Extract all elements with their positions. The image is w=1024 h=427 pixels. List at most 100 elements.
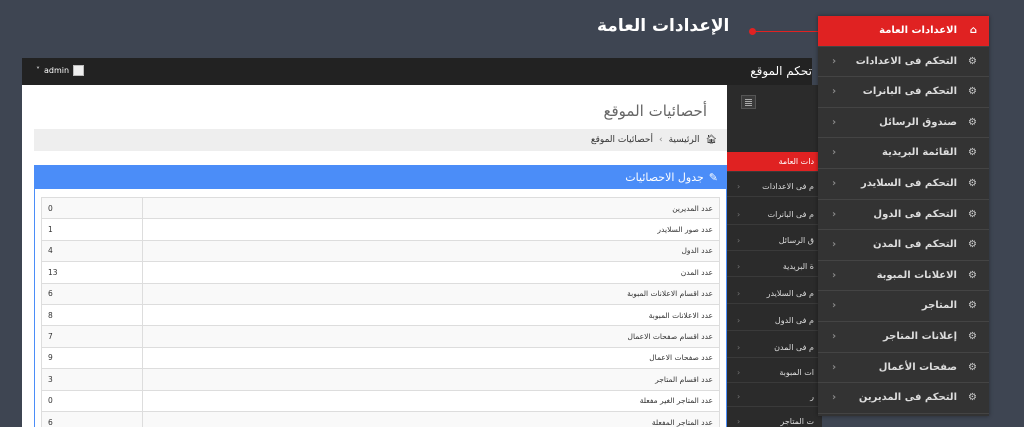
sidebar-item[interactable]: م فى المدن ‹ (727, 338, 822, 358)
page-title: أحصائيات الموقع (603, 102, 708, 120)
menu-item-label: الاعلانات المبوبة (876, 269, 957, 281)
menu-item-label: التحكم فى الدول (873, 208, 957, 220)
home-icon: 🏠︎ (705, 135, 717, 145)
stats-panel-title: جدول الاحصائيات (625, 171, 704, 184)
menu-item[interactable]: ⚙ التحكم فى السلايدر ‹ (818, 169, 989, 200)
chevron-left-icon: ‹ (737, 236, 741, 245)
table-row: 1 عدد صور السلايدر (41, 218, 720, 241)
stat-value: 13 (41, 261, 143, 284)
menu-item[interactable]: ⚙ صندوق الرسائل ‹ (818, 108, 989, 139)
sidebar-item[interactable]: م فى السلايدر ‹ (727, 284, 822, 304)
stat-value: 0 (41, 196, 143, 220)
chevron-left-icon: ‹ (832, 331, 837, 342)
menu-item[interactable]: ⚙ صفحات الأعمال ‹ (818, 353, 989, 384)
stat-label: عدد صفحات الاعمال (142, 346, 720, 370)
stat-value: 9 (41, 346, 143, 370)
table-row: 7 عدد اقسام صفحات الاعمال (41, 325, 720, 348)
stat-label: عدد الاعلانات المبوبة (142, 303, 720, 327)
sidebar-toggle-button[interactable] (741, 95, 756, 109)
menu-item[interactable]: ⚙ القائمة البريدية ‹ (818, 138, 989, 169)
gears-icon: ⚙ (968, 55, 977, 67)
menu-item-label: صندوق الرسائل (879, 116, 957, 128)
menu-item[interactable]: ⚙ إعلانات المتاجر ‹ (818, 322, 989, 353)
sidebar-item-label: ت المتاجر (780, 417, 814, 426)
stat-label: عدد اقسام الاعلانات المبوبة (142, 282, 720, 305)
stat-label: عدد اقسام صفحات الاعمال (142, 325, 720, 348)
gears-icon: ⚙ (968, 361, 977, 373)
sidebar-item[interactable]: ق الرسائل ‹ (727, 231, 822, 251)
menu-item[interactable]: ⚙ المتاجر ‹ (818, 291, 989, 322)
heading-connector-line (753, 31, 823, 32)
gears-icon: ⚙ (968, 239, 977, 251)
menu-item-label: إعلانات المتاجر (882, 331, 957, 342)
stat-label: عدد المتاجر الغير مفعلة (142, 389, 720, 412)
sidebar-item[interactable]: دات العامة (727, 152, 822, 172)
avatar (73, 65, 85, 76)
chevron-down-icon: ˅ (36, 66, 40, 75)
gears-icon: ⚙ (968, 86, 977, 98)
sidebar-item[interactable]: ة البريدية ‹ (727, 257, 822, 277)
user-menu[interactable]: ˅ admin (36, 65, 85, 76)
menu-item[interactable]: ⚙ التحكم فى المدن ‹ (818, 230, 989, 261)
sidebar-item-label: ق الرسائل (778, 236, 814, 245)
stat-value: 1 (41, 218, 143, 241)
menu-item-label: التحكم فى المديرين (858, 392, 957, 404)
chevron-left-icon: ‹ (832, 269, 837, 281)
table-row: 0 عدد المتاجر الغير مفعلة (41, 389, 720, 412)
username: admin (44, 66, 70, 75)
chevron-left-icon: ‹ (832, 116, 837, 128)
sidebar-item[interactable]: م فى الدول ‹ (727, 311, 822, 331)
stats-panel-header: ✎ جدول الاحصائيات (35, 166, 726, 189)
sidebar-item[interactable]: ات المبوبة ‹ (727, 363, 822, 383)
menu-item[interactable]: ⚙ الاعلانات المبوبة ‹ (818, 261, 989, 292)
gears-icon: ⚙ (968, 331, 977, 342)
sidebar-item-label: ات المبوبة (779, 368, 814, 377)
sidebar-item[interactable]: م فى الاعدادات ‹ (727, 177, 822, 197)
stat-label: عدد المدن (142, 261, 720, 284)
menu-item-label: صفحات الأعمال (878, 361, 957, 373)
sidebar-item-label: م فى السلايدر (766, 289, 814, 298)
navigation-menu: ⌂ الاعدادات العامة ⚙ التحكم فى الاعدادات ‹ ⚙ ا… (818, 16, 989, 416)
breadcrumb-home-link[interactable]: الرئيسية (669, 135, 700, 145)
stat-label: عدد المتاجر المفعلة (142, 410, 720, 427)
menu-item-label: التحكم فى المدن (873, 239, 957, 251)
menu-item[interactable]: ⚙ التحكم فى الاعدادات ‹ (818, 47, 989, 78)
menu-item[interactable]: ⚙ التحكم فى الدول ‹ (818, 200, 989, 231)
menu-item-label: التحكم فى البانرات (862, 86, 957, 98)
heading-connector-dot (749, 28, 756, 35)
table-row: 0 عدد المديرين (41, 196, 720, 220)
section-heading: الإعدادات العامة (597, 16, 730, 36)
home-icon: ⌂ (969, 25, 977, 36)
stats-table: 0 عدد المديرين 1 عدد صور السلايدر 4 عدد الدول… (41, 196, 720, 427)
table-row: 9 عدد صفحات الاعمال (41, 346, 720, 370)
chevron-left-icon: ‹ (832, 55, 837, 67)
menu-item-label: الاعدادات العامة (879, 25, 957, 36)
stat-value: 6 (41, 410, 143, 427)
site-brand[interactable]: تحكم الموقع (750, 64, 812, 78)
sidebar-item-label: ر (810, 392, 814, 401)
sidebar-item-label: م فى البانرات (767, 210, 814, 219)
sidebar-item[interactable]: ر ‹ (727, 387, 822, 407)
chevron-left-icon: ‹ (832, 86, 837, 98)
chevron-left-icon: ‹ (832, 361, 837, 373)
stat-value: 7 (41, 325, 143, 348)
menu-item[interactable]: ⌂ الاعدادات العامة (818, 16, 989, 47)
breadcrumb-separator: › (658, 135, 663, 145)
sidebar-item[interactable]: ت المتاجر ‹ (727, 412, 822, 427)
chevron-left-icon: ‹ (737, 392, 741, 401)
menu-item[interactable]: ⚙ التحكم فى البانرات ‹ (818, 77, 989, 108)
table-row: 4 عدد الدول (41, 239, 720, 263)
chevron-left-icon: ‹ (832, 208, 837, 220)
top-header-bar: ˅ admin تحكم الموقع (22, 58, 812, 85)
gears-icon: ⚙ (968, 300, 977, 312)
menu-item[interactable]: ⚙ التحكم فى المديرين ‹ (818, 383, 989, 414)
stat-value: 8 (41, 303, 143, 327)
sidebar-item[interactable]: م فى البانرات ‹ (727, 205, 822, 225)
sidebar-item-label: م فى الاعدادات (762, 182, 814, 191)
breadcrumb-current: أحصائيات الموقع (590, 135, 653, 145)
chevron-left-icon: ‹ (737, 182, 741, 191)
menu-item-label: التحكم فى الاعدادات (855, 55, 957, 67)
stats-panel: ✎ جدول الاحصائيات 0 عدد المديرين 1 عدد صور … (34, 165, 727, 427)
stat-value: 6 (41, 282, 143, 305)
stat-label: عدد الدول (142, 239, 720, 263)
